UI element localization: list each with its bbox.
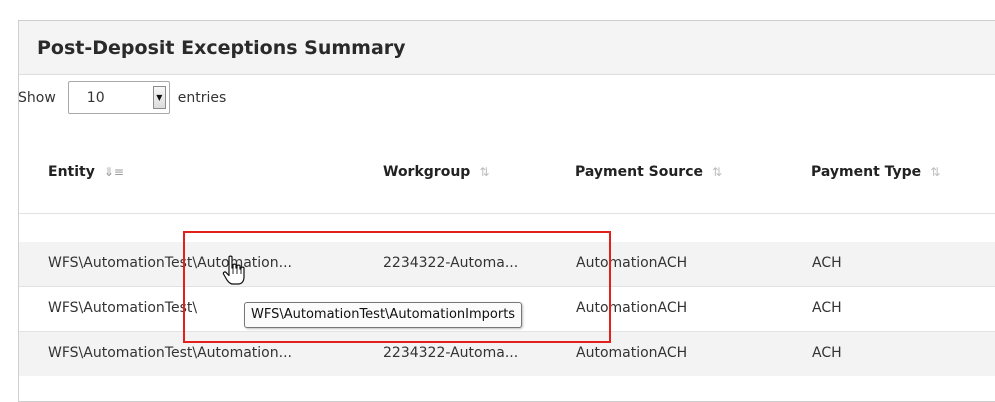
entries-length-control: Show 10 ▼ entries — [18, 81, 226, 114]
sort-both-icon[interactable]: ⇅ — [712, 165, 722, 179]
column-header-entity[interactable]: Entity ⇓≡ — [48, 164, 124, 180]
cell-payment-type[interactable]: ACH — [812, 345, 842, 361]
entity-tooltip: WFS\AutomationTest\AutomationImports — [244, 302, 523, 328]
sort-both-icon[interactable]: ⇅ — [479, 165, 489, 179]
column-header-payment-type[interactable]: Payment Type ⇅ — [811, 164, 940, 180]
column-header-label: Payment Source — [575, 164, 704, 180]
chevron-down-icon[interactable]: ▼ — [152, 86, 166, 109]
cell-payment-source[interactable]: AutomationACH — [576, 300, 687, 316]
column-header-payment-source[interactable]: Payment Source ⇅ — [575, 164, 722, 180]
table-row[interactable]: WFS\AutomationTest\Automation... 2234322… — [19, 332, 995, 376]
column-header-workgroup[interactable]: Workgroup ⇅ — [383, 164, 489, 180]
column-header-label: Payment Type — [811, 164, 922, 180]
cell-payment-type[interactable]: ACH — [812, 300, 842, 316]
cell-workgroup[interactable]: 2234322-Automa... — [383, 345, 518, 361]
cell-payment-source[interactable]: AutomationACH — [576, 255, 687, 271]
entries-select-value: 10 — [86, 90, 105, 106]
hand-pointer-icon — [222, 255, 245, 285]
sort-both-icon[interactable]: ⇅ — [930, 165, 940, 179]
header-divider — [19, 213, 995, 214]
entries-label: entries — [177, 89, 227, 106]
column-header-label: Workgroup — [383, 164, 471, 180]
cell-entity[interactable]: WFS\AutomationTest\ — [48, 300, 197, 316]
show-label: Show — [18, 89, 56, 106]
table-row[interactable]: WFS\AutomationTest\Automation... 2234322… — [19, 242, 995, 286]
entries-select[interactable]: 10 ▼ — [67, 81, 170, 114]
cell-payment-source[interactable]: AutomationACH — [576, 345, 687, 361]
panel-title: Post-Deposit Exceptions Summary — [37, 36, 406, 59]
sort-asc-icon[interactable]: ⇓≡ — [104, 165, 124, 179]
cell-entity[interactable]: WFS\AutomationTest\Automation... — [48, 255, 292, 271]
cell-workgroup[interactable]: 2234322-Automa... — [383, 255, 518, 271]
cell-entity[interactable]: WFS\AutomationTest\Automation... — [48, 345, 292, 361]
column-header-label: Entity — [48, 164, 95, 180]
panel-header: Post-Deposit Exceptions Summary — [19, 21, 995, 75]
cell-payment-type[interactable]: ACH — [812, 255, 842, 271]
